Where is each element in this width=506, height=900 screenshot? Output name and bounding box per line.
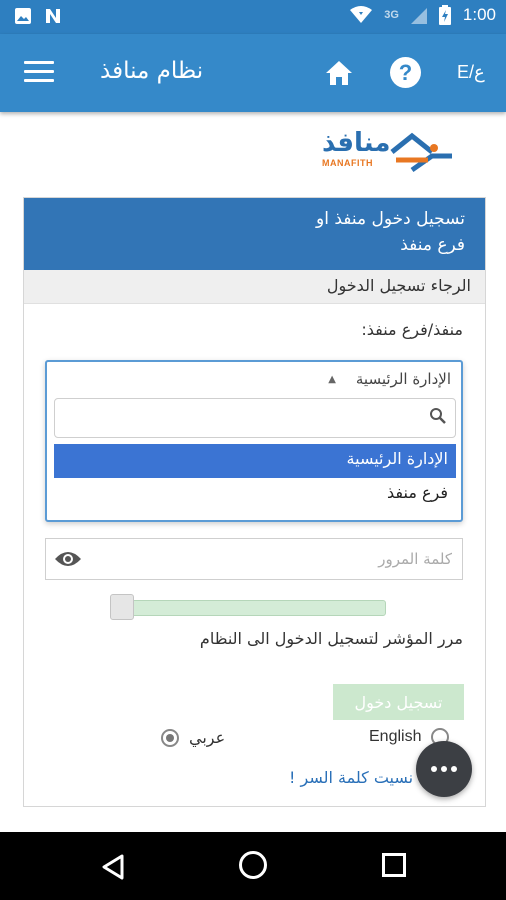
- clock: 1:00: [462, 5, 496, 24]
- system-icons: 3G 1:00: [350, 5, 496, 25]
- app-bar: نظام منافذ ? E/ع: [0, 34, 506, 112]
- menu-button[interactable]: [24, 61, 54, 85]
- login-slider-track[interactable]: [111, 600, 386, 616]
- chat-button[interactable]: [416, 741, 472, 797]
- outlet-field-label: منفذ/فرع منفذ:: [361, 320, 463, 339]
- notification-icons: [14, 7, 62, 25]
- language-english-label: English: [369, 728, 422, 745]
- outlet-select-label: الإدارة الرئيسية: [355, 370, 451, 388]
- password-field[interactable]: [45, 538, 463, 580]
- logo-english-text: MANAFITH: [322, 158, 373, 168]
- outlet-search-input[interactable]: [54, 398, 456, 438]
- forgot-password-link[interactable]: نسيت كلمة السر !: [289, 768, 413, 787]
- card-subheader: الرجاء تسجيل الدخول: [24, 270, 485, 304]
- outlet-option-main[interactable]: الإدارة الرئيسية: [54, 444, 456, 478]
- menu-icon: [24, 61, 54, 64]
- language-option-arabic[interactable]: عربي: [161, 728, 225, 747]
- recent-apps-icon[interactable]: [382, 853, 406, 877]
- card-header: تسجيل دخول منفذ او فرع منفذ: [24, 198, 485, 270]
- logo-arabic-text: منافذ: [322, 128, 391, 158]
- image-notification-icon: [15, 8, 31, 24]
- battery-icon: [438, 5, 451, 25]
- outlet-option-branch[interactable]: فرع منفذ: [54, 478, 456, 512]
- search-icon: [430, 408, 446, 424]
- app-title: نظام منافذ: [100, 58, 204, 84]
- card-header-line1: تسجيل دخول منفذ او: [316, 209, 465, 229]
- network-type: 3G: [384, 9, 399, 21]
- caret-up-icon: ▲: [328, 373, 336, 385]
- n-notification-icon: [46, 9, 60, 23]
- logo-mark-icon: [390, 132, 452, 173]
- password-input[interactable]: [102, 539, 462, 579]
- chat-icon: [431, 766, 437, 772]
- status-bar: 3G 1:00: [0, 0, 506, 34]
- login-card: تسجيل دخول منفذ او فرع منفذ الرجاء تسجيل…: [23, 197, 486, 807]
- signal-icon: [410, 8, 427, 24]
- login-button[interactable]: تسجيل دخول: [333, 684, 464, 720]
- outlet-select-value[interactable]: الإدارة الرئيسية ▲: [328, 370, 451, 388]
- manafith-logo: منافذ MANAFITH: [318, 128, 458, 180]
- radio-arabic[interactable]: [161, 728, 179, 747]
- show-password-eye-icon[interactable]: [54, 548, 82, 570]
- help-button[interactable]: ?: [390, 57, 421, 88]
- language-arabic-label: عربي: [189, 728, 226, 747]
- system-nav-bar: [0, 832, 506, 900]
- wifi-icon: [350, 6, 373, 23]
- login-slider-handle[interactable]: [110, 594, 134, 620]
- home-icon[interactable]: [324, 58, 354, 88]
- slider-caption: مرر المؤشر لتسجيل الدخول الى النظام: [199, 629, 463, 648]
- card-header-line2: فرع منفذ: [400, 235, 465, 255]
- back-icon[interactable]: [101, 854, 125, 880]
- outlet-select[interactable]: الإدارة الرئيسية ▲ الإدارة الرئيسية فرع …: [45, 360, 463, 522]
- home-nav-icon[interactable]: [239, 851, 267, 879]
- language-toggle-button[interactable]: E/ع: [457, 62, 485, 83]
